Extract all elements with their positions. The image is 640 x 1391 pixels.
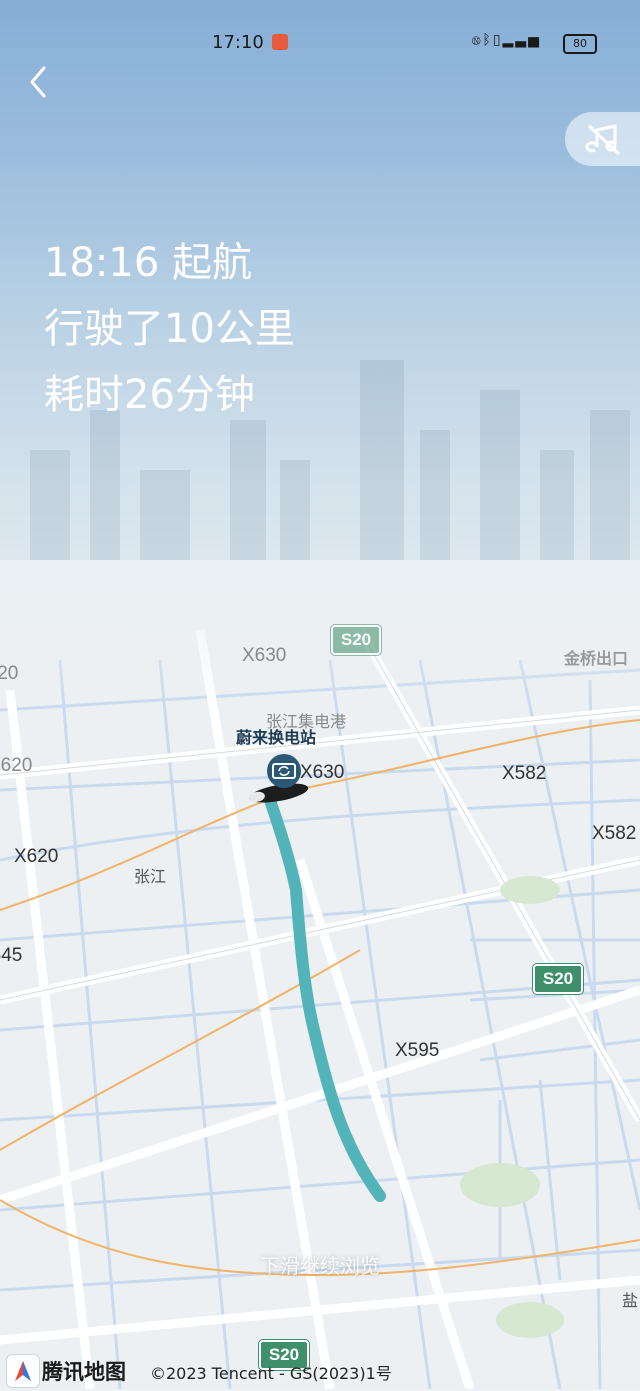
highway-shield-s20: S20 [533,964,583,994]
road-label-x520: X520 [0,663,19,684]
road-label-x582: X582 [502,763,547,784]
copyright-text: ©2023 Tencent - GS(2023)1号 [150,1364,392,1383]
nfc-icon: Ⓝ [472,32,483,48]
highway-shield-s20-top: S20 [331,625,381,655]
trip-start-time: 18:16 起航 [44,240,252,286]
status-bar: 17:10 Ⓝᛒ▯▂▃▅ 80 [0,28,640,62]
vibrate-icon: ▯ [492,32,503,48]
road-label-x595: X595 [395,1040,440,1061]
bluetooth-icon: ᛒ [482,32,493,48]
place-label-jinqiao-exit: 金桥出口 [564,649,629,668]
tencent-map-logo-icon [6,1354,40,1388]
status-time: 17:10 [212,32,264,53]
back-button[interactable] [24,64,54,100]
road-label-x545: X545 [0,945,23,966]
road-label-x630-top: X630 [242,645,287,666]
signal-icon: ▂▃▅ [502,32,541,48]
music-toggle-button[interactable] [565,112,640,166]
app-notification-icon [272,34,288,50]
chevron-left-icon [30,66,46,98]
system-icons: Ⓝᛒ▯▂▃▅ [472,32,541,48]
trip-duration: 耗时26分钟 [44,372,255,418]
road-label-x620: X620 [14,846,59,867]
battery-swap-station-marker[interactable] [264,754,304,790]
station-label: 蔚来换电站 [236,728,317,747]
place-label-yan: 盐 [622,1291,639,1310]
trip-summary: 18:16 起航 行驶了10公里 耗时26分钟 [44,230,295,428]
road-label-x620-top: X620 [0,755,33,776]
battery-icon: 80 [563,34,597,54]
place-label-zhangjiang: 张江 [134,867,167,886]
road-label-x630: X630 [300,762,345,783]
road-label-x582-right: X582 [592,823,637,844]
trip-distance: 行驶了10公里 [44,306,295,352]
scroll-hint: 下滑继续浏览 [260,1254,380,1278]
tencent-map-brand: 腾讯地图 [42,1360,126,1384]
map-attribution: 腾讯地图 ©2023 Tencent - GS(2023)1号 [0,1352,640,1389]
music-off-icon [585,124,621,156]
